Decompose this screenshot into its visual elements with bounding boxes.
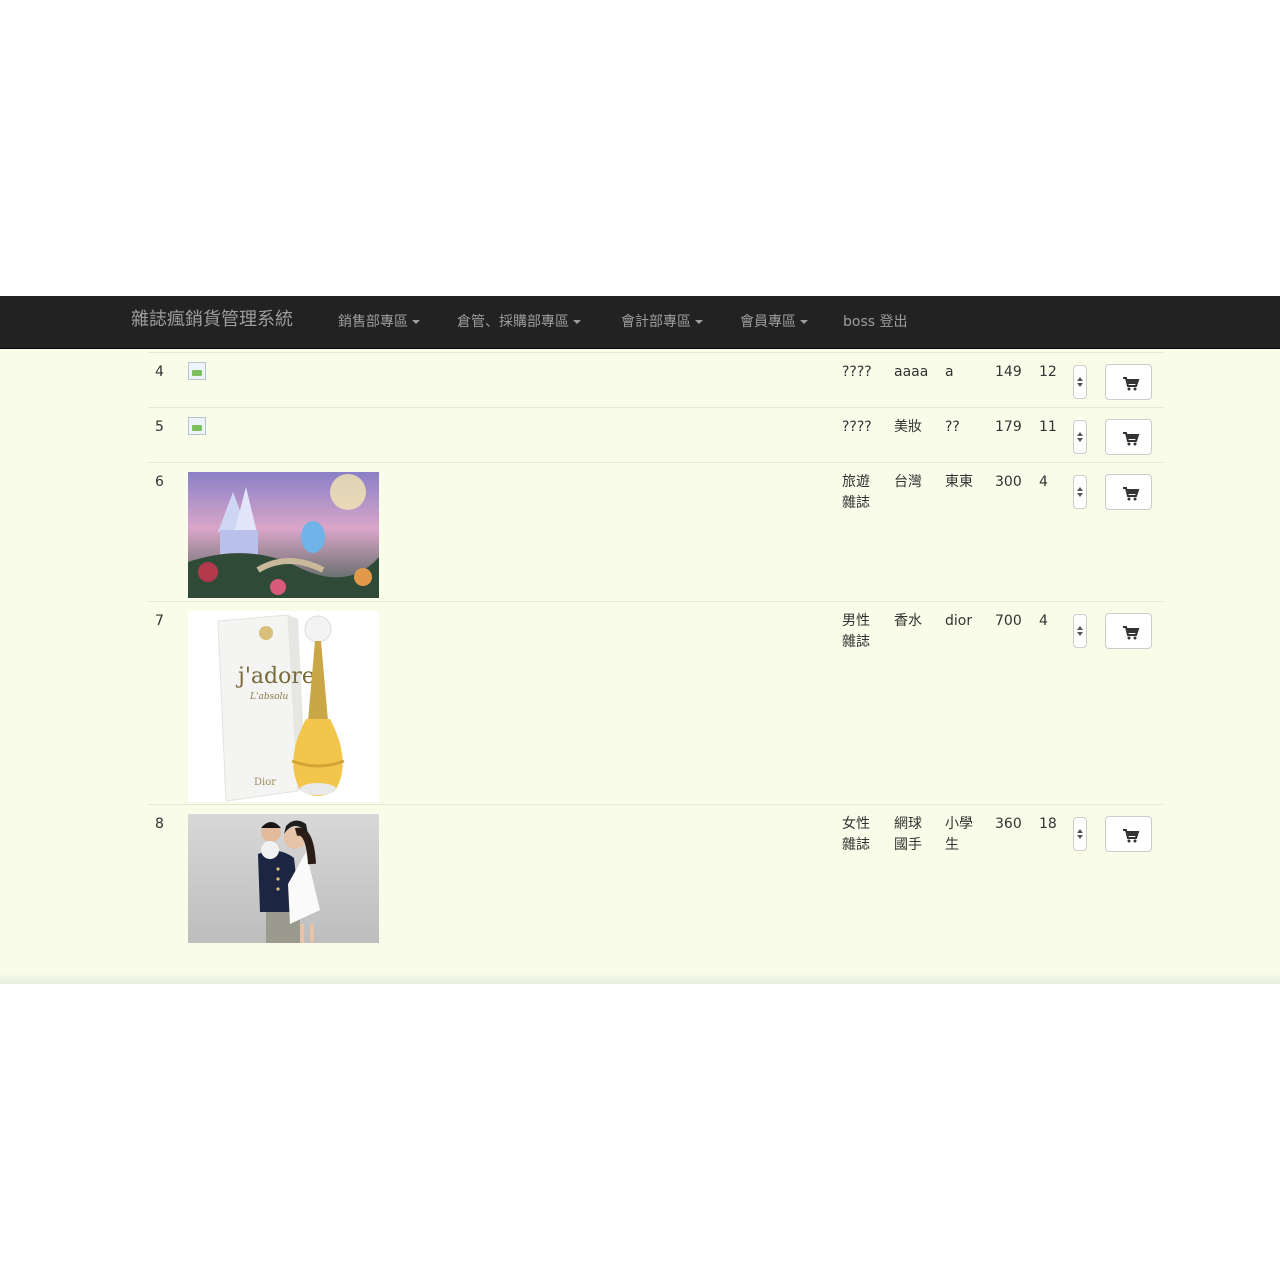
- quantity-stepper[interactable]: [1073, 614, 1087, 648]
- nav-logout-link[interactable]: boss 登出: [843, 312, 908, 332]
- product-subcategory: 香水: [894, 613, 922, 629]
- product-price: 300: [995, 474, 1022, 490]
- nav-sales-dropdown[interactable]: 銷售部專區: [338, 312, 420, 332]
- nav-warehouse-dropdown[interactable]: 倉管、採購部專區: [457, 312, 581, 332]
- perfume-image: j'adore L'absolu Dior: [188, 611, 379, 802]
- product-subcategory: 網球國手: [894, 816, 922, 853]
- product-category: ????: [842, 419, 872, 435]
- svg-text:L'absolu: L'absolu: [249, 692, 288, 702]
- product-name: ??: [945, 419, 960, 435]
- product-stock: 4: [1039, 474, 1048, 490]
- nav-warehouse-label: 倉管、採購部專區: [457, 314, 569, 330]
- product-price: 360: [995, 816, 1022, 832]
- stepper-up-icon[interactable]: [1077, 626, 1083, 630]
- product-image: [188, 814, 379, 943]
- stepper-down-icon[interactable]: [1077, 632, 1083, 636]
- product-name: 小學生: [945, 816, 973, 853]
- stepper-down-icon[interactable]: [1077, 383, 1083, 387]
- svg-text:j'adore: j'adore: [235, 664, 315, 689]
- product-name: dior: [945, 613, 973, 629]
- product-subcategory: 台灣: [894, 474, 922, 490]
- add-to-cart-button[interactable]: [1105, 364, 1152, 400]
- nav-logout-label: boss 登出: [843, 314, 908, 330]
- row-number: 8: [155, 816, 164, 832]
- product-price: 700: [995, 613, 1022, 629]
- top-navbar: 雜誌瘋銷貨管理系統 銷售部專區 倉管、採購部專區 會計部專區 會員專區 boss…: [0, 296, 1280, 349]
- product-stock: 12: [1039, 364, 1057, 380]
- nav-member-label: 會員專區: [740, 314, 796, 330]
- broken-image-icon: [188, 362, 206, 380]
- nav-member-dropdown[interactable]: 會員專區: [740, 312, 808, 332]
- product-image: [188, 472, 379, 598]
- quantity-stepper[interactable]: [1073, 420, 1087, 454]
- shopping-cart-icon: [1123, 829, 1140, 843]
- stepper-up-icon[interactable]: [1077, 829, 1083, 833]
- product-price: 179: [995, 419, 1022, 435]
- product-subcategory: aaaa: [894, 364, 929, 380]
- table-row: 8 女性雜誌 網球國手 小學生 360 18: [148, 804, 1163, 955]
- row-number: 6: [155, 474, 164, 490]
- caret-down-icon: [573, 320, 581, 324]
- row-number: 5: [155, 419, 164, 435]
- product-image-broken: [188, 417, 206, 435]
- stepper-down-icon[interactable]: [1077, 493, 1083, 497]
- quantity-stepper[interactable]: [1073, 365, 1087, 399]
- shopping-cart-icon: [1123, 487, 1140, 501]
- product-name: 東東: [945, 474, 973, 490]
- add-to-cart-button[interactable]: [1105, 816, 1152, 852]
- caret-down-icon: [800, 320, 808, 324]
- couple-photo-image: [188, 814, 379, 943]
- add-to-cart-button[interactable]: [1105, 419, 1152, 455]
- add-to-cart-button[interactable]: [1105, 613, 1152, 649]
- product-category: ????: [842, 364, 872, 380]
- quantity-stepper[interactable]: [1073, 817, 1087, 851]
- product-stock: 18: [1039, 816, 1057, 832]
- table-row: 5 ???? 美妝 ?? 179 11: [148, 407, 1163, 463]
- castle-painting-image: [188, 472, 379, 598]
- broken-image-icon: [188, 417, 206, 435]
- table-row: 4 ???? aaaa a 149 12: [148, 352, 1163, 408]
- product-category: 女性雜誌: [842, 816, 870, 853]
- stepper-up-icon[interactable]: [1077, 432, 1083, 436]
- nav-sales-label: 銷售部專區: [338, 314, 408, 330]
- shopping-cart-icon: [1123, 432, 1140, 446]
- nav-accounting-dropdown[interactable]: 會計部專區: [621, 312, 703, 332]
- caret-down-icon: [412, 320, 420, 324]
- product-category: 旅遊雜誌: [842, 474, 870, 511]
- stepper-up-icon[interactable]: [1077, 377, 1083, 381]
- product-name: a: [945, 364, 954, 380]
- product-category: 男性雜誌: [842, 613, 870, 650]
- nav-accounting-label: 會計部專區: [621, 314, 691, 330]
- stepper-down-icon[interactable]: [1077, 438, 1083, 442]
- row-number: 4: [155, 364, 164, 380]
- product-image-broken: [188, 362, 206, 380]
- svg-text:Dior: Dior: [254, 777, 276, 788]
- row-number: 7: [155, 613, 164, 629]
- quantity-stepper[interactable]: [1073, 475, 1087, 509]
- page-bottom-edge: [0, 972, 1280, 984]
- product-stock: 4: [1039, 613, 1048, 629]
- caret-down-icon: [695, 320, 703, 324]
- shopping-cart-icon: [1123, 377, 1140, 391]
- table-row: 7 j'adore L'absolu Dior 男性雜誌 香水 dior 700…: [148, 601, 1163, 805]
- stepper-down-icon[interactable]: [1077, 835, 1083, 839]
- product-stock: 11: [1039, 419, 1057, 435]
- product-subcategory: 美妝: [894, 419, 922, 435]
- navbar-brand[interactable]: 雜誌瘋銷貨管理系統: [131, 308, 293, 332]
- shopping-cart-icon: [1123, 626, 1140, 640]
- add-to-cart-button[interactable]: [1105, 474, 1152, 510]
- stepper-up-icon[interactable]: [1077, 487, 1083, 491]
- app-screen: 雜誌瘋銷貨管理系統 銷售部專區 倉管、採購部專區 會計部專區 會員專區 boss…: [0, 296, 1280, 984]
- table-row: 6 旅遊雜誌 台灣 東東 300 4: [148, 462, 1163, 602]
- product-price: 149: [995, 364, 1022, 380]
- product-image: j'adore L'absolu Dior: [188, 611, 379, 802]
